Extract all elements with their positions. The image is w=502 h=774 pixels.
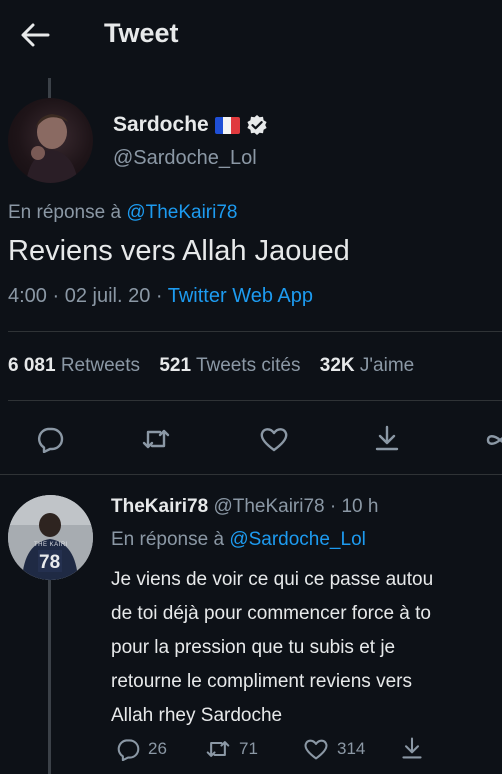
- heart-icon: [304, 739, 328, 760]
- heart-icon: [260, 428, 288, 452]
- jersey-text: THE KAIRI: [34, 542, 68, 548]
- reply-to-link[interactable]: @TheKairi78: [126, 202, 237, 223]
- retweets-stat[interactable]: 6 081 Retweets: [8, 355, 145, 376]
- reply-button[interactable]: [36, 425, 64, 453]
- reply-retweet-button[interactable]: 71: [205, 737, 258, 761]
- comment-icon: [117, 739, 140, 761]
- jersey-number: 78: [39, 552, 61, 573]
- divider: [8, 331, 502, 332]
- divider: [0, 474, 502, 475]
- page-title: Tweet: [104, 18, 179, 48]
- reply-context: En réponse à @Sardoche_Lol: [111, 529, 366, 551]
- tweet-source[interactable]: Twitter Web App: [168, 285, 313, 307]
- reply-author-row[interactable]: TheKairi78 @TheKairi78 · 10 h: [111, 496, 378, 518]
- author-name-row[interactable]: Sardoche: [113, 113, 268, 137]
- quotes-label: Tweets cités: [195, 355, 301, 376]
- verified-badge-icon: [247, 115, 267, 135]
- tweet-stats: 6 081 Retweets 521 Tweets cités 32K J'ai…: [8, 355, 414, 377]
- reply-prefix: En réponse à: [111, 529, 225, 550]
- reply-avatar[interactable]: THE KAIRI 78: [8, 495, 93, 580]
- like-count: 314: [337, 739, 366, 758]
- reply-text-line: pour la pression que tu subis et je: [111, 637, 396, 658]
- reply-text: Je viens de voir ce qui ce passe autou d…: [111, 563, 502, 733]
- likes-label: J'aime: [359, 355, 415, 376]
- reply-author-name: TheKairi78: [111, 496, 209, 517]
- comment-icon: [37, 427, 64, 453]
- reply-text-line: Allah rhey Sardoche: [111, 705, 283, 726]
- share-icon: [375, 425, 399, 451]
- retweets-count: 6 081: [8, 355, 56, 376]
- divider: [8, 400, 502, 401]
- quotes-stat[interactable]: 521 Tweets cités: [159, 355, 305, 376]
- retweet-count: 71: [239, 739, 258, 758]
- back-button[interactable]: [18, 20, 52, 50]
- reply-text-line: Je viens de voir ce qui ce passe autou: [111, 569, 434, 590]
- author-name: Sardoche: [113, 113, 209, 136]
- reply-context: En réponse à @TheKairi78: [8, 202, 237, 224]
- reply-prefix: En réponse à: [8, 202, 122, 223]
- thread-line-top: [48, 78, 51, 98]
- likes-count: 32K: [319, 355, 355, 376]
- reply-to-link[interactable]: @Sardoche_Lol: [229, 529, 366, 550]
- tweet-text: Reviens vers Allah Jaoued: [8, 235, 350, 267]
- quotes-count: 521: [159, 355, 192, 376]
- reply-like-button[interactable]: 314: [303, 737, 365, 761]
- thread-line-reply: [48, 580, 51, 774]
- tweet-meta: 4:00 · 02 juil. 20 · Twitter Web App: [8, 285, 313, 308]
- share-button[interactable]: [373, 423, 401, 453]
- reply-count: 26: [148, 739, 167, 758]
- avatar[interactable]: [8, 98, 93, 183]
- more-button[interactable]: [485, 430, 502, 450]
- like-button[interactable]: [259, 425, 289, 453]
- retweets-label: Retweets: [60, 355, 141, 376]
- back-arrow-icon: [21, 23, 50, 47]
- reply-reply-button[interactable]: 26: [116, 737, 167, 761]
- reply-handle-time: @TheKairi78 · 10 h: [213, 496, 379, 517]
- likes-stat[interactable]: 32K J'aime: [320, 355, 414, 376]
- reply-share-button[interactable]: [400, 735, 424, 761]
- retweet-icon: [206, 741, 230, 757]
- reply-text-line: de toi déjà pour commencer force à to: [111, 603, 432, 624]
- author-handle[interactable]: @Sardoche_Lol: [113, 147, 257, 170]
- france-flag-icon: [214, 116, 240, 134]
- retweet-icon: [142, 429, 170, 449]
- tweet-time[interactable]: 4:00 · 02 juil. 20 ·: [8, 285, 163, 307]
- share-icon: [402, 737, 422, 759]
- retweet-button[interactable]: [141, 425, 171, 453]
- infinity-icon: [486, 435, 502, 445]
- reply-text-line: retourne le compliment reviens vers: [111, 671, 412, 692]
